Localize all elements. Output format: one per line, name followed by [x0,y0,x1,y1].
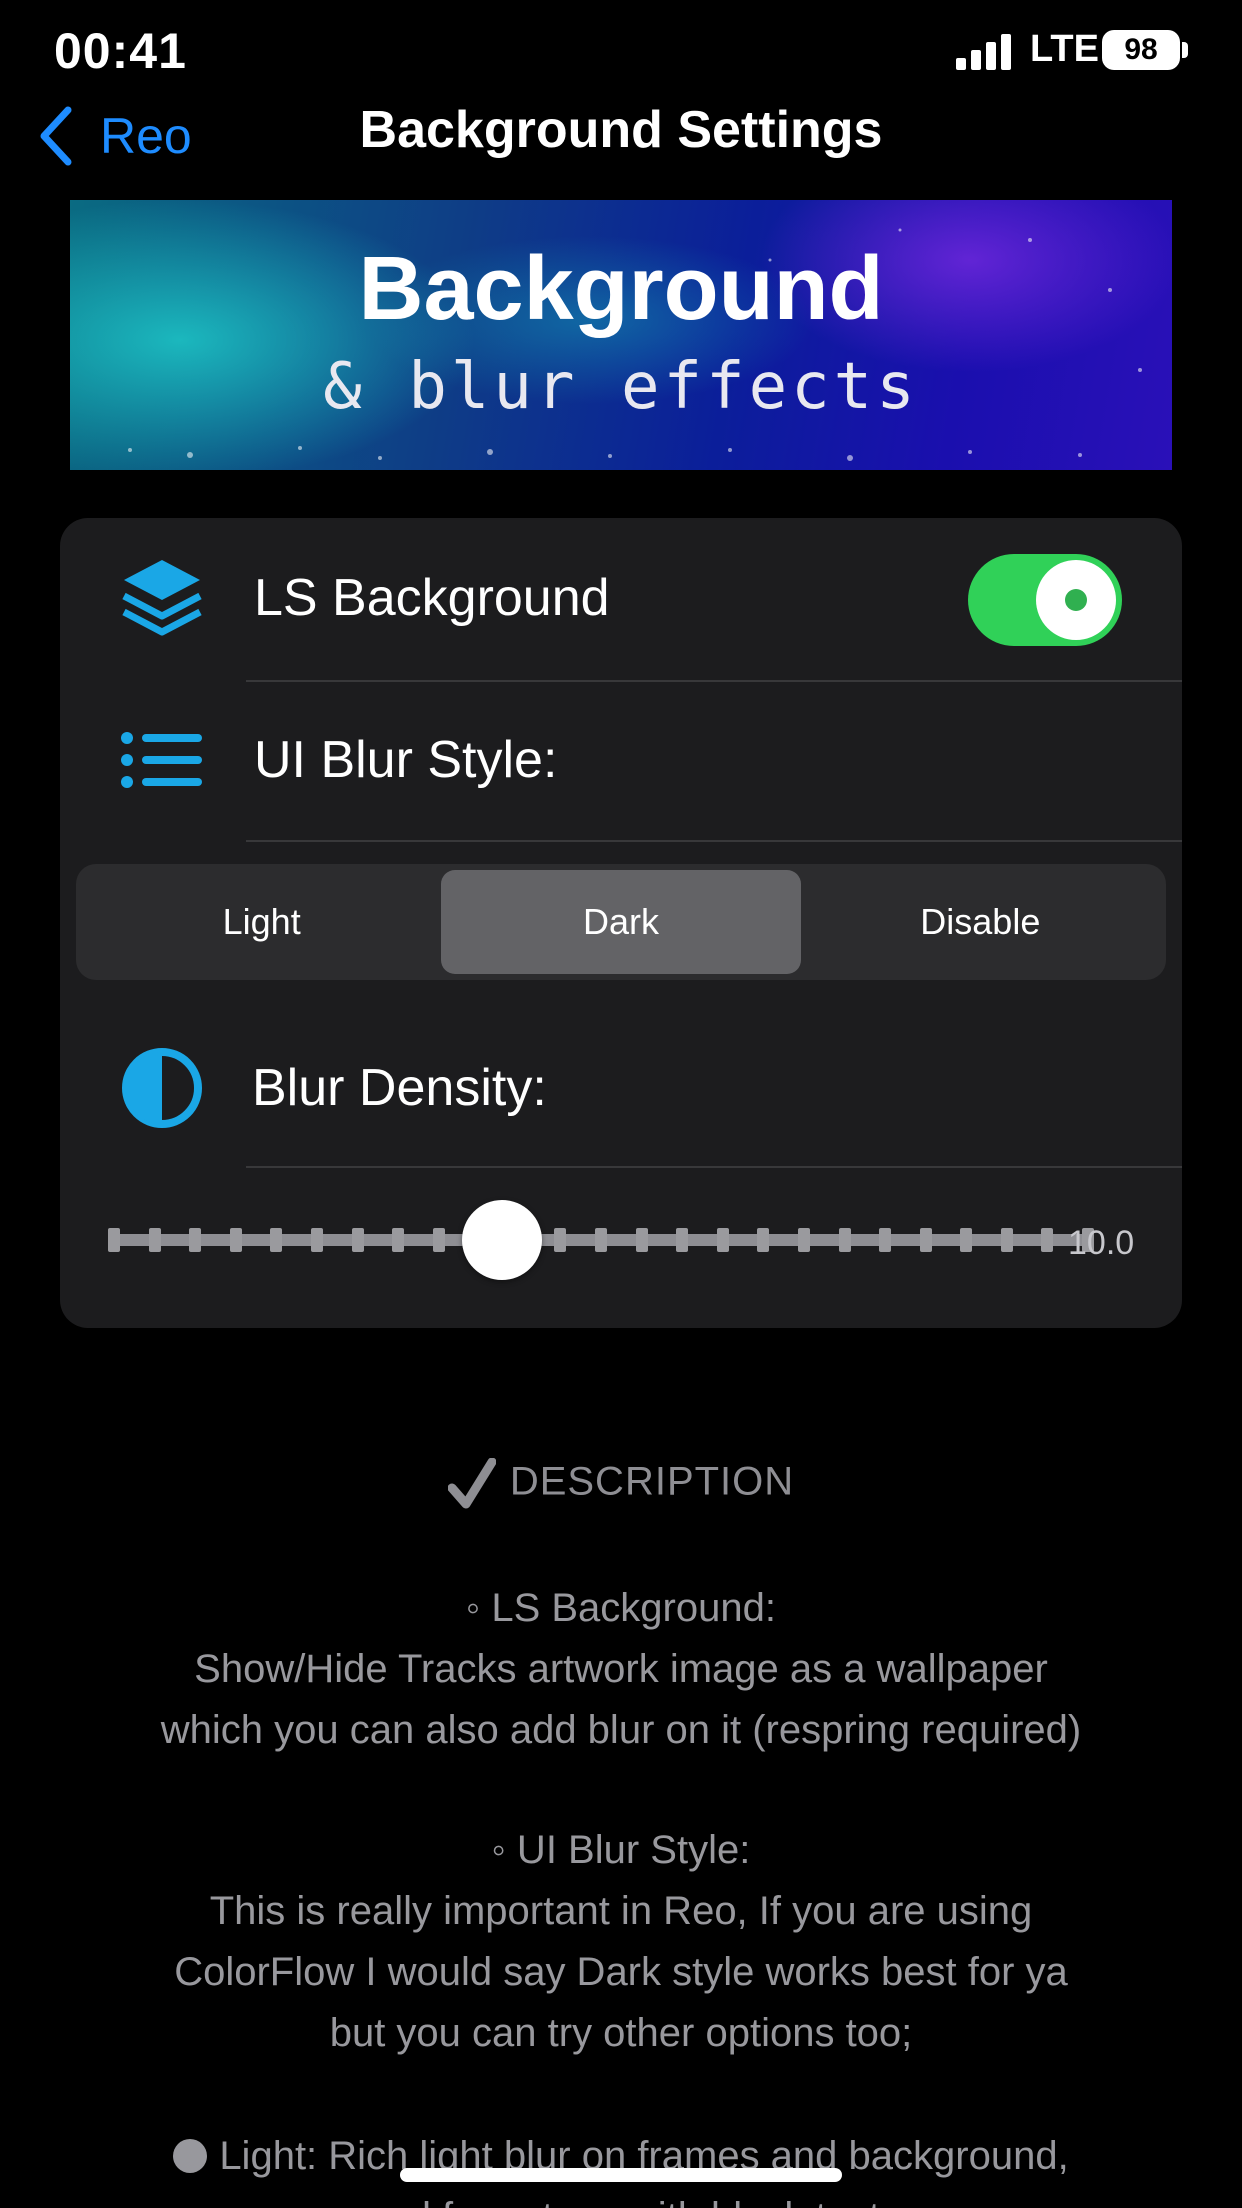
light-option-description: Light: Rich light blur on frames and bac… [60,2126,1182,2208]
toggle-knob [1036,560,1116,640]
banner-title: Background [358,239,884,339]
slider-tick [676,1228,689,1252]
slider-tick [838,1228,851,1252]
page-title: Background Settings [359,101,883,159]
segment-light[interactable]: Light [82,870,441,974]
battery-tip [1182,42,1188,58]
ls-background-desc-line2: which you can also add blur on it (respr… [160,1708,1082,1752]
ui-blur-desc-title: ◦ UI Blur Style: [491,1828,751,1872]
ui-blur-style-label: UI Blur Style: [254,731,558,789]
segment-disable[interactable]: Disable [801,870,1160,974]
slider-thumb[interactable] [462,1200,543,1280]
battery-icon: 98 [1102,30,1180,70]
slider-tick [229,1228,242,1252]
half-circle-icon [122,1048,202,1128]
slider-tick [392,1228,405,1252]
blur-density-slider[interactable] [108,1200,1094,1280]
checkmark-icon [447,1457,497,1509]
slider-tick [351,1228,364,1252]
ls-background-label: LS Background [254,569,610,627]
slider-tick [148,1228,161,1252]
slider-tick [554,1228,567,1252]
light-option-line2: good for setups with black texts [60,2187,1182,2208]
ui-blur-description: ◦ UI Blur Style: This is really importan… [60,1820,1182,2064]
layers-icon [122,560,202,636]
slider-tick [1000,1228,1013,1252]
separator [246,680,1182,682]
slider-tick [960,1228,973,1252]
ls-background-desc-line1: Show/Hide Tracks artwork image as a wall… [194,1647,1048,1691]
segment-dark[interactable]: Dark [441,870,801,974]
slider-tick [310,1228,323,1252]
bullet-icon [173,2139,208,2173]
status-bar: 00:41 LTE 98 [0,0,1242,100]
home-indicator[interactable] [400,2168,842,2182]
slider-tick [716,1228,729,1252]
screen: 00:41 LTE 98 Reo Background Settings Bac… [0,0,1242,2208]
description-header: DESCRIPTION [0,1457,1242,1510]
list-icon [121,732,202,788]
banner-subtitle: & blur effects [323,350,919,424]
status-time: 00:41 [54,23,187,79]
slider-tick [189,1228,202,1252]
separator [246,1166,1182,1168]
slider-tick [879,1228,892,1252]
slider-tick [595,1228,607,1252]
description-header-label: DESCRIPTION [509,1459,795,1504]
ls-background-description: ◦ LS Background: Show/Hide Tracks artwor… [60,1578,1182,1761]
ls-background-desc-title: ◦ LS Background: [466,1586,776,1630]
slider-tick [797,1228,810,1252]
ui-blur-desc-line3: but you can try other options too; [329,2011,913,2055]
slider-tick [635,1228,648,1252]
toggle-dot [1065,589,1087,611]
ui-blur-desc-line2: ColorFlow I would say Dark style works b… [174,1950,1068,1994]
separator [246,840,1182,842]
network-type: LTE [1030,28,1099,70]
blur-density-value: 10.0 [1068,1224,1135,1262]
header-banner: Background & blur effects [70,200,1172,470]
slider-tick [270,1228,283,1252]
slider-tick [919,1228,932,1252]
settings-card: LS Background UI Blur Style: Light Dark … [60,518,1182,1328]
blur-density-label: Blur Density: [252,1059,547,1117]
slider-tick [1041,1228,1054,1252]
slider-tick [757,1228,770,1252]
blur-style-segmented-control: Light Dark Disable [76,864,1166,980]
slider-tick [108,1228,120,1252]
cellular-signal-icon [956,34,1016,70]
ls-background-toggle[interactable] [968,554,1122,646]
slider-tick [432,1228,445,1252]
ui-blur-desc-line1: This is really important in Reo, If you … [209,1889,1033,1933]
